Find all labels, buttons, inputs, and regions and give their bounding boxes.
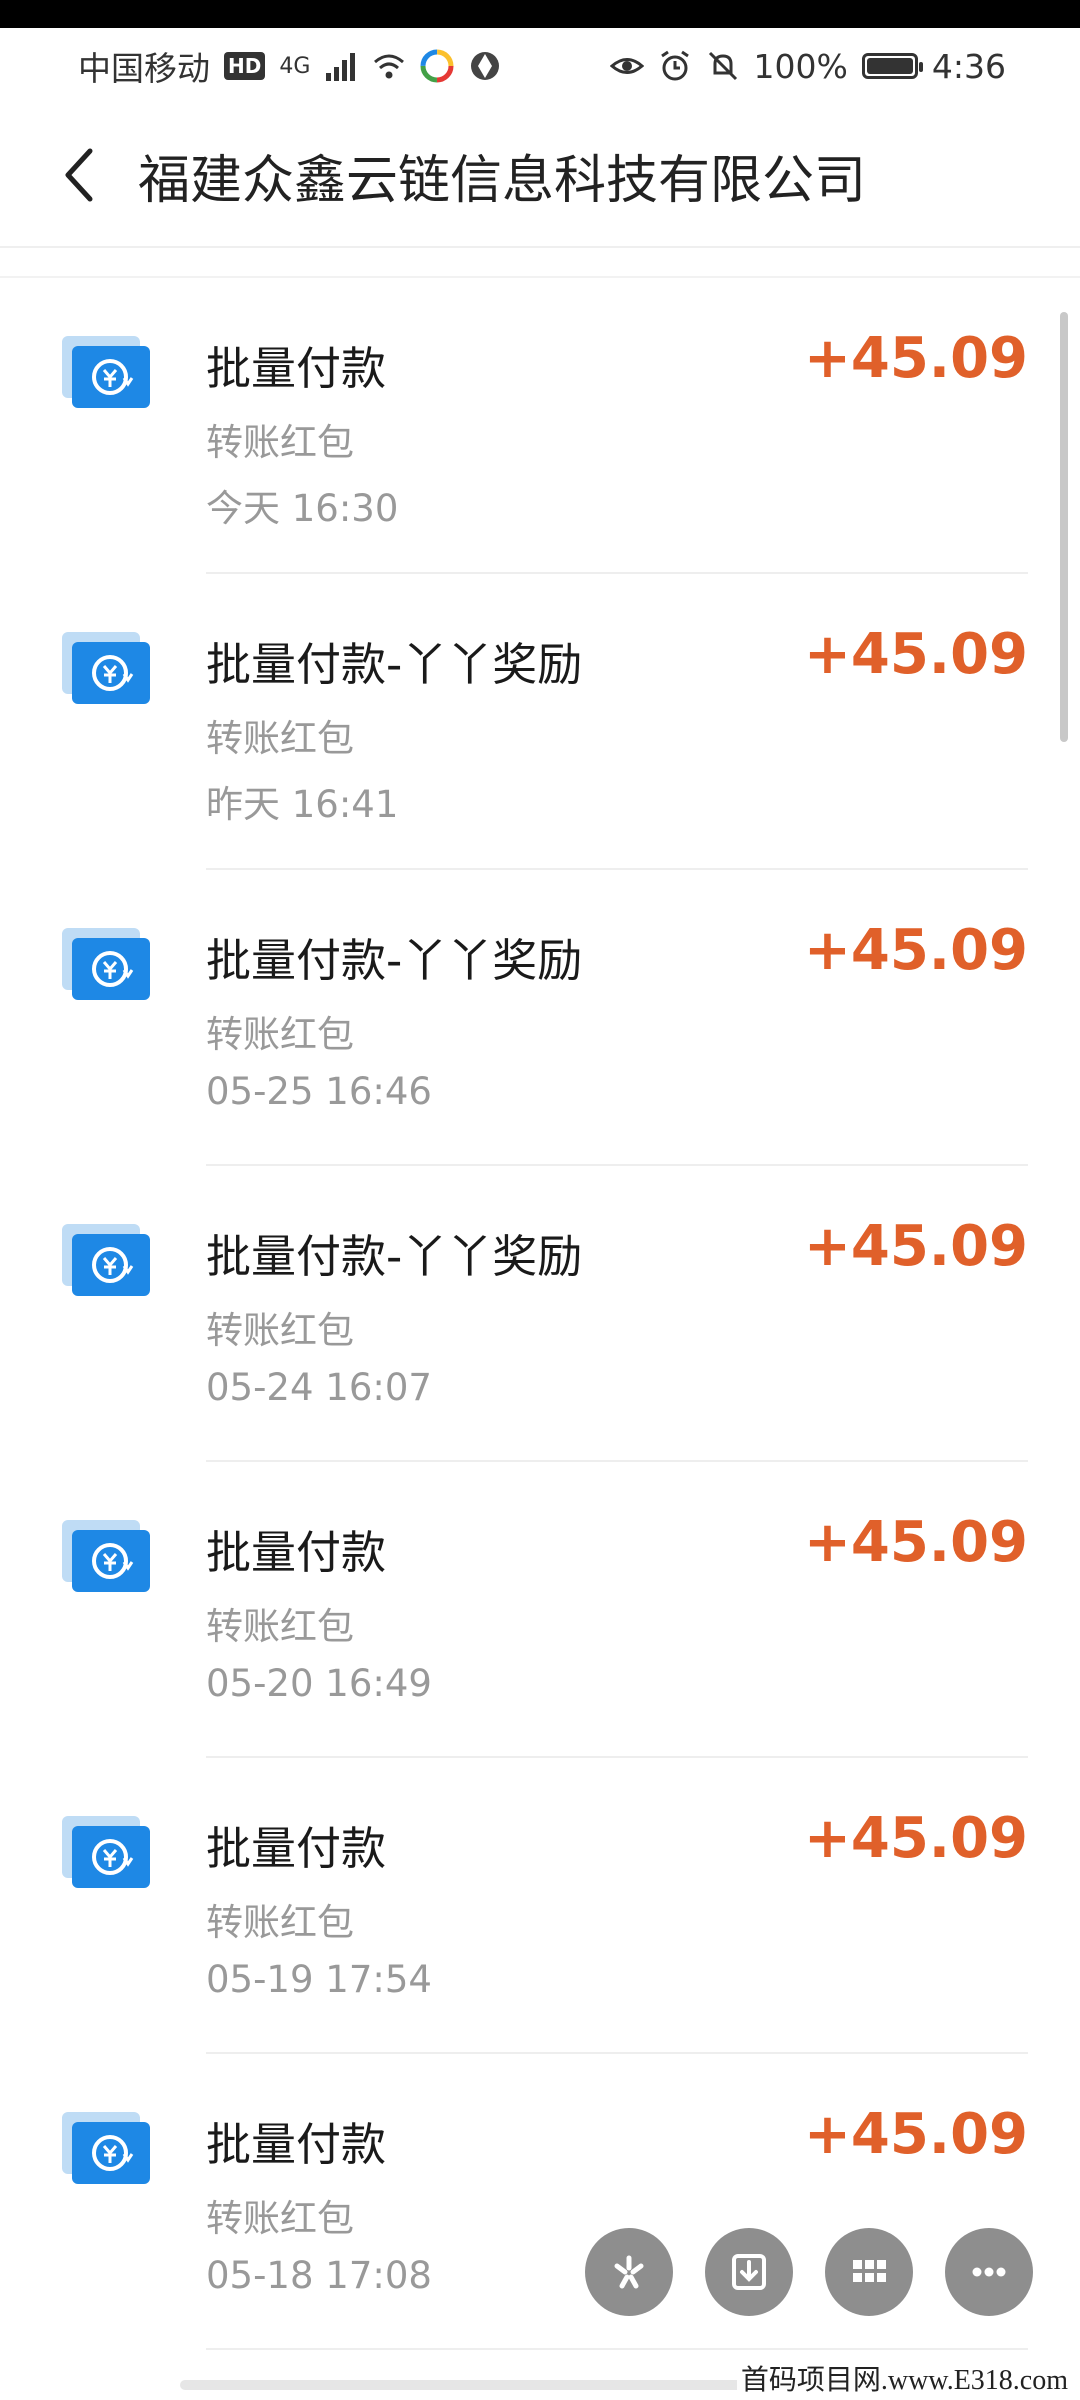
transaction-time: 05-18 17:08 bbox=[206, 2254, 432, 2297]
app-icon bbox=[420, 49, 454, 83]
transaction-row[interactable]: 批量付款-丫丫奖励 转账红包 05-24 16:07 +45.09 bbox=[0, 1166, 1080, 1462]
transaction-row[interactable]: 批量付款-丫丫奖励 转账红包 昨天 16:41 +45.09 bbox=[0, 574, 1080, 870]
status-bar: 中国移动 HD 4G 100% 4:36 bbox=[0, 28, 1080, 104]
transaction-name: 批量付款-丫丫奖励 bbox=[206, 1230, 583, 1283]
nav-header: 福建众鑫云链信息科技有限公司 bbox=[0, 104, 1080, 246]
hd-icon: HD bbox=[224, 52, 266, 80]
battery-fill bbox=[866, 58, 913, 74]
header-divider bbox=[0, 246, 1080, 248]
transaction-name: 批量付款 bbox=[206, 342, 387, 395]
battery-icon bbox=[861, 53, 923, 79]
transaction-amount: +45.09 bbox=[803, 918, 1028, 983]
transaction-row[interactable]: 批量付款 转账红包 05-19 17:54 +45.09 bbox=[0, 1758, 1080, 2054]
mute-bell-icon bbox=[708, 51, 737, 81]
download-icon bbox=[732, 2254, 766, 2290]
clock: 4:36 bbox=[931, 46, 1006, 86]
transaction-time: 昨天 16:41 bbox=[206, 783, 399, 826]
transaction-row[interactable]: 批量付款 转账红包 今天 16:30 +45.09 bbox=[0, 278, 1080, 574]
grid-icon bbox=[853, 2260, 886, 2282]
transaction-time: 05-24 16:07 bbox=[206, 1366, 432, 1409]
eye-icon bbox=[609, 58, 644, 74]
transaction-name: 批量付款 bbox=[206, 1822, 387, 1875]
transfer-icon bbox=[62, 1222, 152, 1300]
grid-button[interactable] bbox=[825, 2228, 913, 2316]
transaction-type: 转账红包 bbox=[206, 1901, 354, 1944]
transaction-type: 转账红包 bbox=[206, 1605, 354, 1648]
sparkle-icon bbox=[614, 2255, 644, 2289]
transfer-icon bbox=[62, 926, 152, 1004]
more-button[interactable] bbox=[945, 2228, 1033, 2316]
alarm-icon bbox=[660, 50, 689, 81]
transfer-icon bbox=[62, 334, 152, 412]
download-button[interactable] bbox=[705, 2228, 793, 2316]
transaction-amount: +45.09 bbox=[803, 1806, 1028, 1871]
transaction-name: 批量付款 bbox=[206, 2118, 387, 2171]
transaction-amount: +45.09 bbox=[803, 1214, 1028, 1279]
transaction-row[interactable]: 批量付款-丫丫奖励 转账红包 05-25 16:46 +45.09 bbox=[0, 870, 1080, 1166]
transaction-type: 转账红包 bbox=[206, 421, 354, 464]
more-icon bbox=[972, 2267, 1006, 2277]
transaction-time: 05-19 17:54 bbox=[206, 1958, 432, 2001]
chevron-left-icon bbox=[65, 148, 93, 202]
transaction-list: 批量付款 转账红包 今天 16:30 +45.09 批量付款-丫丫奖励 转账红包… bbox=[0, 278, 1080, 2350]
transaction-time: 05-20 16:49 bbox=[206, 1662, 432, 1705]
transaction-type: 转账红包 bbox=[206, 2197, 354, 2240]
transaction-amount: +45.09 bbox=[803, 2102, 1028, 2167]
transaction-type: 转账红包 bbox=[206, 1013, 354, 1056]
floating-toolbar bbox=[585, 2228, 1033, 2316]
transaction-name: 批量付款 bbox=[206, 1526, 387, 1579]
transaction-time: 05-25 16:46 bbox=[206, 1070, 432, 1113]
transfer-icon bbox=[62, 2110, 152, 2188]
row-divider bbox=[206, 2348, 1028, 2350]
network-type: 4G bbox=[279, 53, 311, 79]
aperture-icon bbox=[471, 52, 500, 80]
transaction-amount: +45.09 bbox=[803, 622, 1028, 687]
carrier-label: 中国移动 bbox=[78, 49, 210, 88]
back-button[interactable] bbox=[48, 145, 108, 205]
transaction-type: 转账红包 bbox=[206, 717, 354, 760]
transaction-type: 转账红包 bbox=[206, 1309, 354, 1352]
transaction-amount: +45.09 bbox=[803, 326, 1028, 391]
top-black-bar bbox=[0, 0, 1080, 28]
transaction-time: 今天 16:30 bbox=[206, 487, 399, 530]
transaction-row[interactable]: 批量付款 转账红包 05-20 16:49 +45.09 bbox=[0, 1462, 1080, 1758]
transaction-amount: +45.09 bbox=[803, 1510, 1028, 1575]
transaction-name: 批量付款-丫丫奖励 bbox=[206, 934, 583, 987]
transfer-icon bbox=[62, 630, 152, 708]
battery-percent: 100% bbox=[753, 46, 848, 86]
transfer-icon bbox=[62, 1814, 152, 1892]
page-title: 福建众鑫云链信息科技有限公司 bbox=[138, 150, 867, 211]
transaction-name: 批量付款-丫丫奖励 bbox=[206, 638, 583, 691]
scrollbar[interactable] bbox=[1060, 312, 1068, 742]
sparkle-button[interactable] bbox=[585, 2228, 673, 2316]
transfer-icon bbox=[62, 1518, 152, 1596]
signal-icon bbox=[326, 53, 356, 81]
wifi-icon bbox=[374, 54, 405, 79]
watermark: 首码项目网.www.E318.com bbox=[736, 2358, 1072, 2398]
